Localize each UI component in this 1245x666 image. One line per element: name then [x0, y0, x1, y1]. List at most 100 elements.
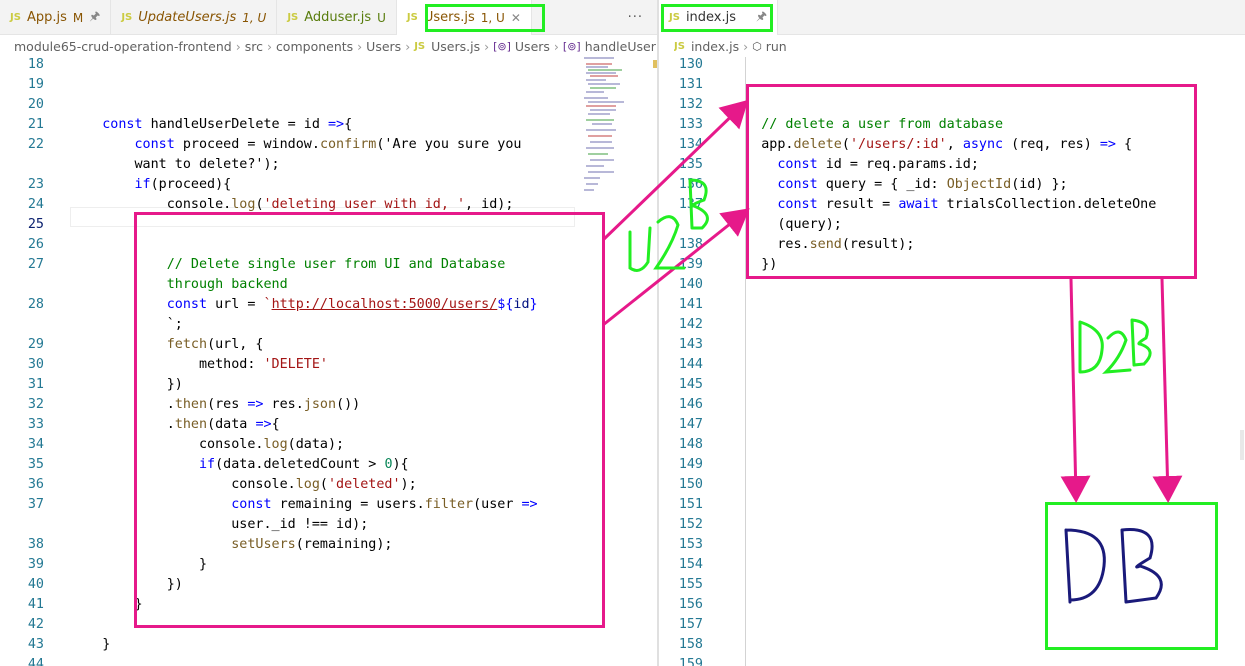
minimap[interactable]: [582, 57, 630, 197]
line-number: 140: [678, 277, 703, 292]
line-number: 150: [678, 477, 703, 492]
line-number: 31: [27, 377, 44, 392]
line-number: 137: [678, 197, 703, 212]
minimap-line: [588, 83, 620, 85]
line-number: 42: [27, 617, 44, 632]
pin-icon[interactable]: 🖈: [89, 7, 100, 28]
scrollbar-marker: [653, 60, 657, 68]
minimap-line: [586, 63, 612, 65]
line-number: [0, 275, 44, 295]
breadcrumb-item[interactable]: handleUserDelete: [585, 39, 657, 54]
minimap-line: [586, 72, 616, 74]
minimap-line: [592, 123, 612, 125]
line-number: 29: [27, 337, 44, 352]
git-status-badge: 1, U: [242, 10, 267, 25]
line-number: 146: [678, 397, 703, 412]
line-number: 131: [678, 77, 703, 92]
tab-label: UpdateUsers.js: [138, 10, 237, 25]
line-number: 32: [27, 397, 44, 412]
highlight-users-tab: [425, 4, 545, 32]
minimap-line: [584, 189, 594, 191]
code-line: }: [70, 637, 111, 652]
tab-label: Adduser.js: [304, 10, 372, 25]
line-number: 149: [678, 457, 703, 472]
breadcrumb-item[interactable]: module65-crud-operation-frontend: [14, 39, 232, 54]
line-number: 30: [27, 357, 44, 372]
line-number: 25: [27, 217, 44, 232]
line-number: 145: [678, 377, 703, 392]
tab-adduser-js[interactable]: JS Adduser.js U: [277, 0, 397, 35]
minimap-line: [590, 87, 616, 89]
code-line: const handleUserDelete = id =>{: [102, 117, 353, 132]
js-file-icon: JS: [414, 40, 426, 52]
annotation-box-backend: [746, 84, 1197, 279]
chevron-right-icon: ›: [266, 38, 272, 54]
minimap-line: [588, 101, 624, 103]
minimap-line: [586, 119, 614, 121]
breadcrumb-item[interactable]: src: [245, 39, 263, 54]
line-number: 37: [27, 497, 44, 512]
line-number: 24: [27, 197, 44, 212]
breadcrumb: module65-crud-operation-frontend › src › c…: [14, 35, 657, 57]
line-number: [0, 155, 44, 175]
line-number: 38: [27, 537, 44, 552]
highlight-index-tab: [661, 4, 773, 32]
breadcrumb-item[interactable]: run: [766, 39, 787, 54]
git-status-badge: U: [377, 10, 386, 25]
line-number: 132: [678, 97, 703, 112]
left-tab-bar: JS App.js M 🖈 JS UpdateUsers.js 1, U JS …: [0, 0, 657, 35]
line-number: 141: [678, 297, 703, 312]
minimap-line: [586, 183, 598, 185]
tab-label: App.js: [26, 10, 67, 25]
minimap-line: [586, 91, 604, 93]
chevron-right-icon: ›: [484, 38, 490, 54]
js-file-icon: JS: [121, 12, 133, 23]
breadcrumb-item[interactable]: Users: [366, 39, 401, 54]
line-number: 27: [27, 257, 44, 272]
minimap-line: [588, 135, 612, 137]
chevron-right-icon: ›: [553, 38, 559, 54]
minimap-line: [586, 105, 616, 107]
line-number: 43: [27, 637, 44, 652]
breadcrumb-item[interactable]: Users.js: [431, 39, 480, 54]
breadcrumb-item[interactable]: Users: [515, 39, 550, 54]
more-actions-icon[interactable]: ···: [614, 0, 657, 34]
breadcrumb-item[interactable]: components: [276, 39, 353, 54]
git-status-badge: M: [72, 10, 84, 25]
line-number: 156: [678, 597, 703, 612]
code-line: want to delete?');: [70, 157, 280, 172]
line-number: 26: [27, 237, 44, 252]
line-number: [0, 315, 44, 335]
minimap-line: [590, 75, 618, 77]
minimap-line: [588, 69, 622, 71]
chevron-right-icon: ›: [357, 38, 363, 54]
js-file-icon: JS: [406, 12, 418, 23]
code-line: const proceed = window.confirm('Are you …: [134, 137, 522, 152]
line-number: 143: [678, 337, 703, 352]
scrollbar-thumb[interactable]: [1240, 430, 1244, 460]
breadcrumb-item[interactable]: index.js: [691, 39, 739, 54]
line-number: 35: [27, 457, 44, 472]
line-number: 147: [678, 417, 703, 432]
minimap-line: [586, 165, 604, 167]
line-number: 154: [678, 557, 703, 572]
breadcrumb: JS index.js › ⬡ run: [674, 35, 1234, 57]
tab-updateusers-js[interactable]: JS UpdateUsers.js 1, U: [111, 0, 278, 35]
line-number: 158: [678, 637, 703, 652]
line-number: 41: [27, 597, 44, 612]
minimap-line: [590, 141, 612, 143]
tab-app-js[interactable]: JS App.js M 🖈: [0, 0, 112, 35]
line-number: 144: [678, 357, 703, 372]
minimap-line: [586, 147, 614, 149]
line-number: 134: [678, 137, 703, 152]
js-file-icon: JS: [287, 12, 299, 23]
minimap-line: [586, 129, 616, 131]
line-number: 39: [27, 557, 44, 572]
line-number: 135: [678, 157, 703, 172]
line-number: 133: [678, 117, 703, 132]
line-number: 148: [678, 437, 703, 452]
minimap-line: [588, 153, 608, 155]
chevron-right-icon: ›: [235, 38, 241, 54]
line-number: 22: [27, 137, 44, 152]
symbol-variable-icon: [⊚]: [493, 39, 511, 53]
